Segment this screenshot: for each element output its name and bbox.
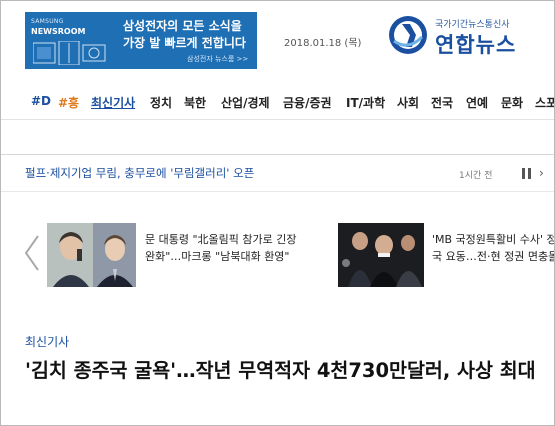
- nav-item-north-korea[interactable]: 북한: [184, 94, 206, 111]
- ticker-time: 1시간 전: [459, 171, 493, 181]
- story-thumbnail-moon-macron[interactable]: [47, 223, 136, 287]
- current-date: 2018.01.18 (목): [284, 38, 362, 49]
- banner-headline-1: 삼성전자의 모든 소식을: [123, 19, 242, 33]
- yonhap-logo-icon[interactable]: [388, 15, 428, 55]
- nav-item-hash-heung[interactable]: #흥: [58, 94, 79, 111]
- nav-item-latest[interactable]: 최신기사: [91, 94, 135, 111]
- nav-item-finance[interactable]: 금융/증권: [283, 94, 332, 111]
- story-title-2[interactable]: 'MB 국정원특활비 수사' 정국 요동…전·현 정권 면충돌: [432, 231, 554, 265]
- nav-item-regional[interactable]: 전국: [431, 94, 453, 111]
- main-headline[interactable]: '김치 종주국 굴욕'…작년 무역적자 4천730만달러, 사상 최대: [25, 357, 554, 385]
- page-frame: SAMSUNG NEWSROOM 삼성전자의 모든 소식을 가장 발 빠르게 전…: [0, 0, 555, 426]
- nav-item-it-science[interactable]: IT/과학: [346, 94, 385, 111]
- devices-illustration: [33, 41, 106, 65]
- nav-divider: [1, 119, 554, 120]
- nav-item-culture[interactable]: 문화: [501, 94, 523, 111]
- chevron-right-icon[interactable]: ›: [539, 166, 544, 180]
- section-label[interactable]: 최신기사: [25, 333, 69, 350]
- main-nav: #D #흥 최신기사 정치 북한 산업/경제 금융/증권 IT/과학 사회 전국…: [1, 87, 554, 119]
- ticker-divider-bottom: [1, 191, 554, 192]
- banner-brand: SAMSUNG: [31, 18, 64, 25]
- nav-item-hash-d[interactable]: #D: [31, 94, 51, 108]
- nav-item-politics[interactable]: 정치: [150, 94, 172, 111]
- ticker-divider-top: [1, 154, 554, 155]
- ticker-headline[interactable]: 펄프·제지기업 무림, 충무로에 '무림갤러리' 오픈: [25, 165, 254, 181]
- thumbnail-photo: [338, 223, 424, 287]
- logo-name[interactable]: 연합뉴스: [435, 29, 516, 59]
- banner-headline-2: 가장 발 빠르게 전합니다: [123, 36, 246, 50]
- thumbnail-photo: [47, 223, 136, 287]
- nav-item-society[interactable]: 사회: [397, 94, 419, 111]
- banner-newsroom: NEWSROOM: [31, 27, 86, 36]
- banner-link[interactable]: 삼성전자 뉴스룸 >>: [187, 54, 248, 64]
- nav-item-economy[interactable]: 산업/경제: [221, 94, 270, 111]
- story-thumbnail-mb-investigation[interactable]: [338, 223, 424, 287]
- story-title-1[interactable]: 문 대통령 "北올림픽 참가로 긴장완화"…마크롱 "남북대화 환영": [145, 231, 305, 265]
- samsung-newsroom-banner[interactable]: SAMSUNG NEWSROOM 삼성전자의 모든 소식을 가장 발 빠르게 전…: [25, 12, 257, 69]
- nav-item-sports[interactable]: 스포: [535, 94, 554, 111]
- chevron-left-icon[interactable]: [21, 233, 43, 273]
- nav-item-entertainment[interactable]: 연예: [466, 94, 488, 111]
- pause-icon[interactable]: [522, 168, 532, 179]
